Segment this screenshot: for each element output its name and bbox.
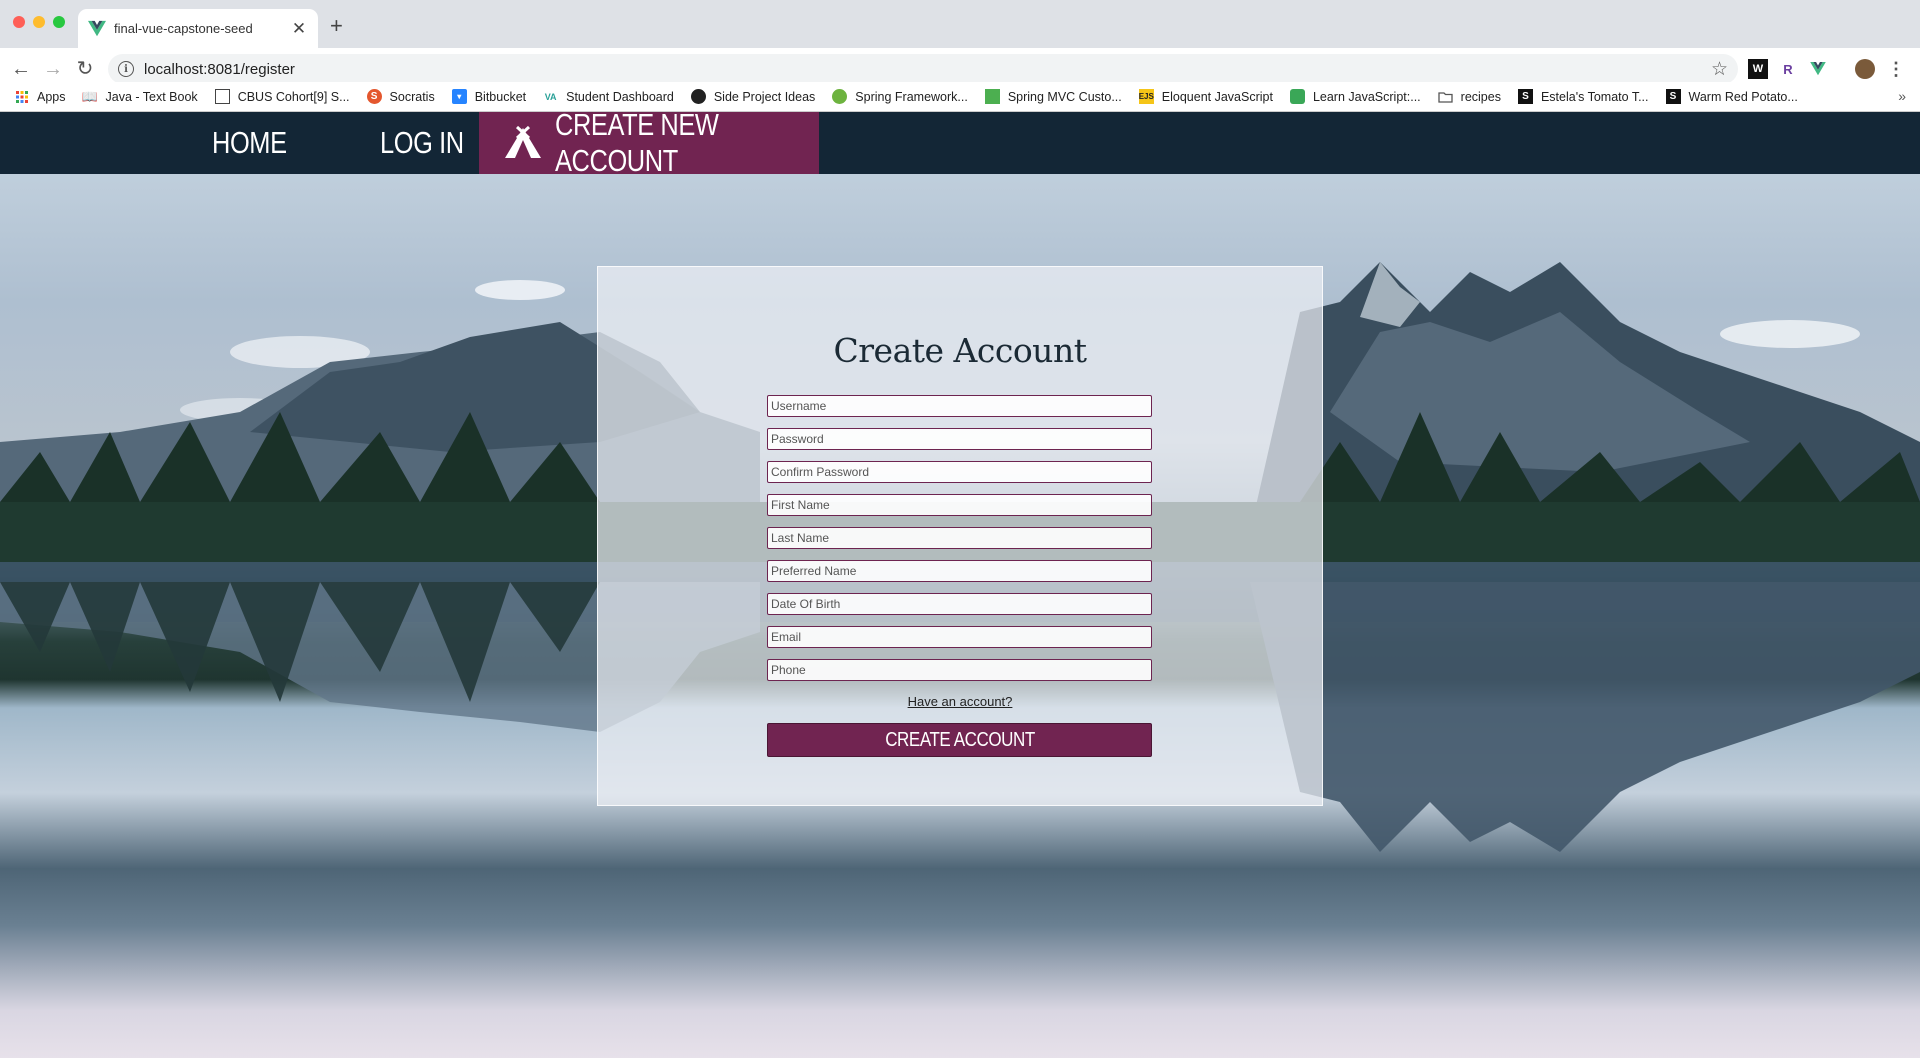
github-icon	[690, 89, 706, 104]
ejs-icon: EJS	[1139, 89, 1154, 104]
bookmark-label: Socratis	[389, 89, 435, 104]
date-of-birth-input[interactable]	[767, 593, 1152, 615]
folder-icon	[1438, 89, 1453, 104]
page-viewport: HOME LOG IN CREATE NEW ACCOUNT Create Ac…	[0, 112, 1920, 1058]
green-square-icon	[984, 89, 1000, 104]
bookmark-eloquent-javascript[interactable]: EJS Eloquent JavaScript	[1139, 89, 1273, 104]
back-button[interactable]: ←	[9, 57, 33, 81]
browser-tab-active[interactable]: final-vue-capstone-seed ✕	[78, 9, 318, 48]
first-name-input[interactable]	[767, 494, 1152, 516]
bookmark-label: Student Dashboard	[566, 89, 674, 104]
s-badge-icon: S	[366, 89, 382, 104]
extension-w-icon[interactable]: W	[1748, 59, 1768, 79]
bookmark-warm-red-potato[interactable]: S Warm Red Potato...	[1665, 89, 1798, 104]
site-info-icon[interactable]: i	[118, 61, 134, 77]
reload-button[interactable]: ↻	[73, 57, 97, 81]
bookmark-star-icon[interactable]: ☆	[1711, 58, 1728, 81]
va-icon: VA	[544, 91, 557, 102]
new-tab-button[interactable]: +	[330, 13, 343, 39]
nav-login-label: LOG IN	[380, 125, 464, 160]
window-zoom-button[interactable]	[53, 16, 65, 28]
window-close-button[interactable]	[13, 16, 25, 28]
create-account-button[interactable]: CREATE ACCOUNT	[767, 723, 1152, 757]
have-account-link[interactable]: Have an account?	[598, 694, 1322, 709]
vue-logo-icon	[88, 20, 106, 36]
nav-create-label: CREATE NEW ACCOUNT	[555, 112, 719, 178]
tab-title: final-vue-capstone-seed	[114, 21, 253, 36]
bookmark-spring-framework[interactable]: Spring Framework...	[832, 89, 968, 104]
create-account-button-label: CREATE ACCOUNT	[884, 728, 1035, 751]
bookmark-label: Spring MVC Custo...	[1007, 89, 1122, 104]
register-form-card: Create Account Have an account? CREATE A…	[597, 266, 1323, 806]
s-square-icon: S	[1517, 89, 1533, 104]
extension-r-icon[interactable]: R	[1778, 59, 1798, 79]
confirm-password-input[interactable]	[767, 461, 1152, 483]
bookmark-label: Learn JavaScript:...	[1312, 89, 1421, 104]
forward-button[interactable]: →	[41, 57, 65, 81]
bookmark-socratis[interactable]: S Socratis	[366, 89, 435, 104]
bookmark-side-project-ideas[interactable]: Side Project Ideas	[690, 89, 816, 104]
address-bar[interactable]: i localhost:8081/register ☆	[108, 54, 1738, 84]
phone-input[interactable]	[767, 659, 1152, 681]
bookmark-label: Bitbucket	[474, 89, 527, 104]
bookmark-label: Apps	[37, 89, 66, 104]
browser-tab-strip: final-vue-capstone-seed ✕ +	[0, 0, 1920, 48]
preferred-name-input[interactable]	[767, 560, 1152, 582]
bookmark-java-text-book[interactable]: 📖 Java - Text Book	[81, 88, 198, 104]
bookmark-label: Eloquent JavaScript	[1161, 89, 1273, 104]
bookmark-label: Estela's Tomato T...	[1540, 89, 1649, 104]
profile-avatar[interactable]	[1855, 59, 1875, 79]
bookmark-student-dashboard[interactable]: VA Student Dashboard	[543, 89, 674, 104]
apps-grid-icon	[14, 89, 29, 104]
tent-logo-icon	[505, 126, 541, 158]
browser-menu-icon[interactable]: ⋮	[1886, 59, 1906, 79]
bookmark-label: Warm Red Potato...	[1688, 89, 1798, 104]
nav-home-link[interactable]: HOME	[212, 112, 303, 174]
bookmark-recipes[interactable]: recipes	[1438, 89, 1501, 104]
window-minimize-button[interactable]	[33, 16, 45, 28]
spring-leaf-icon	[832, 89, 848, 104]
username-input[interactable]	[767, 395, 1152, 417]
bookmark-learn-javascript[interactable]: Learn JavaScript:...	[1289, 89, 1421, 104]
nav-home-label: HOME	[212, 125, 287, 160]
bookmarks-overflow-icon[interactable]: »	[1898, 88, 1906, 104]
bookmark-bitbucket[interactable]: ▾ Bitbucket	[451, 89, 527, 104]
nav-create-account-link[interactable]: CREATE NEW ACCOUNT	[479, 112, 819, 178]
bookmarks-bar: Apps 📖 Java - Text Book CBUS Cohort[9] S…	[0, 82, 1920, 112]
bookmark-label: Spring Framework...	[855, 89, 968, 104]
site-navbar: HOME LOG IN CREATE NEW ACCOUNT	[0, 112, 1920, 178]
learn-js-icon	[1289, 89, 1305, 104]
bookmark-label: Side Project Ideas	[713, 89, 816, 104]
bookmark-cbus-cohort[interactable]: CBUS Cohort[9] S...	[214, 89, 350, 104]
s-square-icon: S	[1665, 89, 1681, 104]
bookmark-label: CBUS Cohort[9] S...	[237, 89, 350, 104]
password-input[interactable]	[767, 428, 1152, 450]
bookmark-label: recipes	[1460, 89, 1501, 104]
bookmark-label: Java - Text Book	[105, 89, 198, 104]
email-input[interactable]	[767, 626, 1152, 648]
bitbucket-icon: ▾	[451, 89, 467, 104]
tab-close-icon[interactable]: ✕	[290, 19, 308, 39]
bookmark-spring-mvc[interactable]: Spring MVC Custo...	[984, 89, 1122, 104]
address-url[interactable]: localhost:8081/register	[144, 61, 1711, 78]
nav-login-link[interactable]: LOG IN	[380, 112, 482, 174]
bookmark-estelas-tomato[interactable]: S Estela's Tomato T...	[1517, 89, 1649, 104]
board-icon	[214, 89, 230, 104]
last-name-input[interactable]	[767, 527, 1152, 549]
bookmark-apps[interactable]: Apps	[14, 89, 66, 104]
book-icon: 📖	[81, 88, 99, 104]
extension-vue-devtools-icon[interactable]	[1808, 59, 1828, 79]
form-title: Create Account	[833, 331, 1087, 370]
